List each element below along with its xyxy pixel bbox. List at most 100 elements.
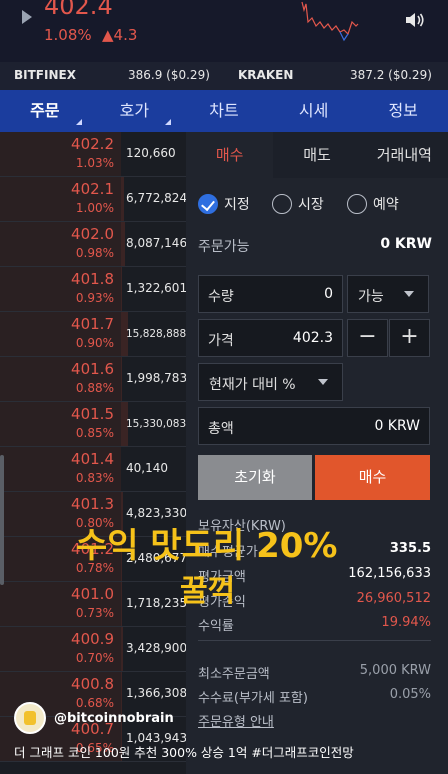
orderbook-row[interactable]: 401.4 0.83% 40,140 bbox=[0, 447, 186, 492]
sparkline-chart bbox=[301, 1, 359, 42]
channel-name[interactable]: @bitcoinnobrain bbox=[54, 711, 174, 726]
chevron-down-icon bbox=[404, 291, 414, 297]
row-volume: 6,772,824 bbox=[126, 191, 188, 205]
fee-row: 수수료(부가세 포함) 0.05% bbox=[198, 687, 431, 706]
orderbook: 402.2 1.03% 120,660 402.1 1.00% 6,772,824 402.… bbox=[0, 132, 188, 774]
volume-bar bbox=[121, 267, 122, 311]
row-price: 402.1 bbox=[71, 180, 114, 198]
row-volume: 1,366,308 bbox=[126, 686, 188, 700]
radio-reserve[interactable]: 예약 bbox=[347, 194, 399, 214]
caption-line-1: 수익 맛도리 20% bbox=[76, 526, 338, 566]
order-type-guide-link[interactable]: 주문유형 안내 bbox=[198, 711, 431, 730]
exchange-price: 387.2 ($0.29) bbox=[350, 68, 432, 82]
price-input[interactable]: 가격 402.3 bbox=[198, 319, 343, 357]
volume-icon[interactable] bbox=[404, 10, 426, 30]
orderbook-row[interactable]: 400.9 0.70% 3,428,900 bbox=[0, 627, 188, 672]
radio-market[interactable]: 시장 bbox=[272, 194, 324, 214]
triangle-icon bbox=[165, 119, 172, 125]
tab-quotes[interactable]: 시세 bbox=[269, 90, 359, 132]
row-change: 0.73% bbox=[75, 606, 114, 620]
row-volume: 3,428,900 bbox=[126, 641, 188, 655]
row-price: 402.0 bbox=[71, 225, 114, 243]
app-frame: 402.4 1.08% ▲4.3 BITFINEX 386.9 ($0.29) … bbox=[0, 0, 448, 774]
quantity-dropdown[interactable]: 가능 bbox=[347, 275, 429, 313]
divider bbox=[198, 640, 431, 641]
row-change: 0.70% bbox=[75, 651, 114, 665]
row-volume: 1,718,235 bbox=[126, 596, 188, 610]
volume-bar bbox=[121, 357, 122, 401]
video-description: 더 그래프 코인 100원 추천 300% 상승 1억 #더그래프코인전망 bbox=[14, 745, 354, 760]
avatar[interactable] bbox=[14, 702, 46, 734]
tab-sell[interactable]: 매도 bbox=[273, 132, 360, 178]
row-price: 401.0 bbox=[71, 585, 114, 603]
row-volume: 120,660 bbox=[126, 146, 176, 160]
row-price: 401.4 bbox=[71, 450, 114, 468]
exchange-price-row: BITFINEX 386.9 ($0.29) KRAKEN 387.2 ($0.… bbox=[0, 62, 448, 90]
scroll-handle[interactable] bbox=[0, 455, 4, 585]
main-tabs: 주문 호가 차트 시세 정보 bbox=[0, 90, 448, 132]
order-mode-radios: 지정 시장 예약 bbox=[198, 194, 438, 218]
price-ticker: 402.4 1.08% ▲4.3 bbox=[0, 0, 448, 62]
row-change: 1.03% bbox=[75, 156, 114, 170]
orderbook-row[interactable]: 401.5 0.85% 15,330,083 bbox=[0, 402, 186, 447]
buy-button[interactable]: 매수 bbox=[315, 455, 430, 500]
orderbook-row[interactable]: 402.0 0.98% 8,087,146 bbox=[0, 222, 188, 267]
row-volume: 40,140 bbox=[126, 461, 168, 475]
radio-limit[interactable]: 지정 bbox=[198, 194, 250, 214]
row-price: 400.9 bbox=[71, 630, 114, 648]
orderbook-row[interactable]: 402.1 1.00% 6,772,824 bbox=[0, 177, 188, 222]
caption-line-2: 꿀꺽 bbox=[180, 574, 236, 609]
price-percent-dropdown[interactable]: 현재가 대비 % bbox=[198, 363, 343, 401]
play-icon[interactable] bbox=[22, 10, 32, 24]
volume-bar bbox=[121, 222, 125, 266]
tab-chart[interactable]: 차트 bbox=[179, 90, 269, 132]
current-price: 402.4 bbox=[44, 0, 113, 20]
triangle-icon bbox=[75, 119, 82, 125]
quantity-input[interactable]: 수량 0 bbox=[198, 275, 343, 313]
row-price: 400.8 bbox=[71, 675, 114, 693]
channel-info[interactable]: @bitcoinnobrain bbox=[14, 702, 174, 734]
orderbook-row[interactable]: 401.7 0.90% 15,828,888 bbox=[0, 312, 186, 357]
order-panel: 매수 매도 거래내역 지정 시장 예약 주문가능 0 KRW 수량 0 가능 가… bbox=[186, 132, 448, 774]
orderbook-row[interactable]: 402.2 1.03% 120,660 bbox=[0, 132, 186, 177]
row-change: 0.93% bbox=[75, 291, 114, 305]
reset-button[interactable]: 초기화 bbox=[198, 455, 312, 500]
row-volume: 8,087,146 bbox=[126, 236, 188, 250]
row-volume: 15,330,083 bbox=[126, 418, 187, 430]
chevron-down-icon bbox=[318, 379, 328, 385]
row-price: 401.3 bbox=[71, 495, 114, 513]
price-plus-button[interactable]: + bbox=[389, 319, 430, 357]
row-price: 401.5 bbox=[71, 405, 114, 423]
row-price: 402.2 bbox=[71, 135, 114, 153]
return-rate-row: 수익률 19.94% bbox=[198, 615, 431, 634]
total-amount-input[interactable]: 총액 0 KRW bbox=[198, 407, 430, 445]
volume-bar bbox=[121, 177, 124, 221]
tab-info[interactable]: 정보 bbox=[358, 90, 448, 132]
row-price: 401.7 bbox=[71, 315, 114, 333]
order-type-tabs: 매수 매도 거래내역 bbox=[186, 132, 448, 178]
row-price: 401.8 bbox=[71, 270, 114, 288]
available-value: 0 KRW bbox=[380, 236, 432, 252]
exchange-name: BITFINEX bbox=[14, 68, 76, 82]
volume-bar bbox=[121, 627, 123, 671]
radio-circle-icon bbox=[272, 194, 292, 214]
orderbook-row[interactable]: 401.8 0.93% 1,322,601 bbox=[0, 267, 188, 312]
price-minus-button[interactable]: − bbox=[347, 319, 388, 357]
tab-order[interactable]: 주문 bbox=[0, 90, 90, 132]
tab-history[interactable]: 거래내역 bbox=[361, 132, 448, 178]
check-icon bbox=[198, 194, 218, 214]
row-volume: 1,998,783 bbox=[126, 371, 188, 385]
row-volume: 1,322,601 bbox=[126, 281, 188, 295]
row-change: 1.00% bbox=[75, 201, 114, 215]
exchange-name: KRAKEN bbox=[238, 68, 294, 82]
tab-buy[interactable]: 매수 bbox=[186, 132, 274, 178]
orderbook-row[interactable]: 401.0 0.73% 1,718,235 bbox=[0, 582, 188, 627]
row-change: 0.98% bbox=[75, 246, 114, 260]
row-price: 401.6 bbox=[71, 360, 114, 378]
row-change: 0.88% bbox=[75, 381, 114, 395]
row-change: 0.83% bbox=[75, 471, 114, 485]
tab-orderbook[interactable]: 호가 bbox=[90, 90, 180, 132]
exchange-price: 386.9 ($0.29) bbox=[128, 68, 210, 82]
orderbook-row[interactable]: 401.6 0.88% 1,998,783 bbox=[0, 357, 188, 402]
available-label: 주문가능 bbox=[198, 239, 250, 255]
